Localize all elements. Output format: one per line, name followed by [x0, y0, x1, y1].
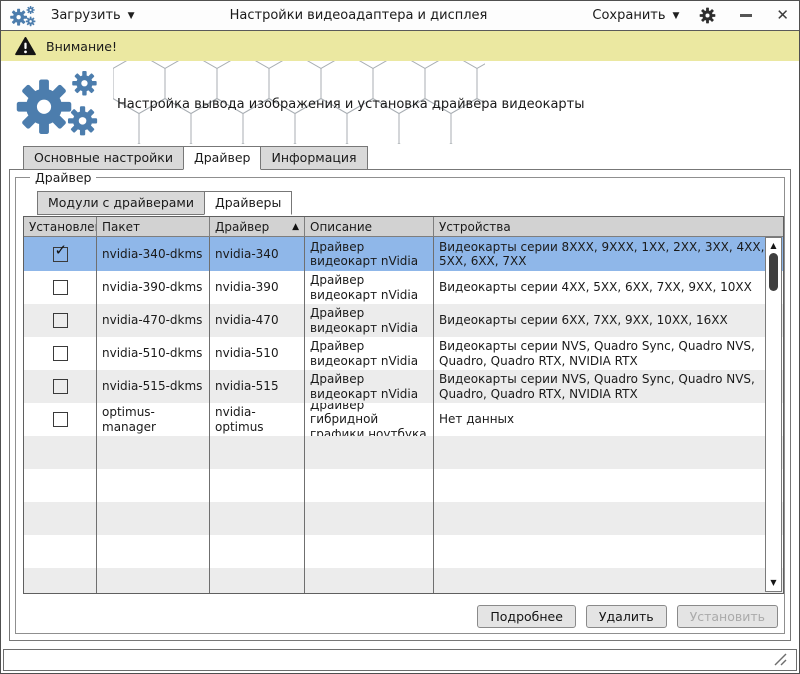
package-cell: nvidia-470-dkms: [97, 304, 210, 337]
installed-checkbox[interactable]: [53, 379, 68, 394]
action-buttons: Подробнее Удалить Установить: [477, 605, 778, 628]
col-header-description[interactable]: Описание: [305, 217, 434, 236]
page-title: Настройка вывода изображения и установка…: [117, 97, 585, 112]
table-row[interactable]: nvidia-390-dkms nvidia-390 Драйвер видео…: [24, 271, 783, 304]
warning-text: Внимание!: [46, 39, 117, 54]
load-menu-label: Загрузить: [51, 8, 121, 23]
window-title: Настройки видеоадаптера и дисплея: [135, 8, 593, 23]
page-header: Настройка вывода изображения и установка…: [1, 61, 799, 146]
close-icon[interactable]: ✕: [776, 8, 789, 23]
devices-cell: Видеокарты серии NVS, Quadro Sync, Quadr…: [434, 337, 783, 370]
driver-cell: nvidia-510: [210, 337, 305, 370]
save-menu-button[interactable]: Сохранить ▼: [592, 8, 679, 23]
driver-cell: nvidia-340: [210, 237, 305, 271]
warning-banner: Внимание!: [1, 31, 799, 61]
empty-row: [24, 535, 783, 568]
col-header-driver[interactable]: Драйвер ▲: [210, 217, 305, 236]
tab-driver[interactable]: Драйвер: [183, 146, 261, 170]
installed-checkbox[interactable]: [53, 313, 68, 328]
empty-row: [24, 502, 783, 535]
col-header-installed[interactable]: Установлен: [24, 217, 97, 236]
description-cell: Драйвер гибридной графики ноутбука: [305, 403, 434, 436]
table-body: ✓ nvidia-340-dkms nvidia-340 Драйвер вид…: [24, 237, 783, 594]
tab-drivers[interactable]: Драйверы: [204, 191, 292, 215]
scroll-up-icon[interactable]: ▲: [766, 241, 781, 251]
warning-triangle-icon: [15, 37, 36, 56]
tab-information[interactable]: Информация: [260, 146, 367, 170]
install-button[interactable]: Установить: [677, 605, 778, 628]
chevron-down-icon: ▼: [128, 11, 135, 21]
app-gears-icon: [9, 5, 39, 27]
table-row[interactable]: nvidia-470-dkms nvidia-470 Драйвер видео…: [24, 304, 783, 337]
groupbox-label: Драйвер: [30, 170, 96, 185]
vertical-scrollbar[interactable]: ▲ ▼: [765, 237, 782, 592]
scrollbar-thumb[interactable]: [769, 253, 778, 291]
devices-cell: Нет данных: [434, 403, 783, 436]
table-row[interactable]: optimus-manager nvidia-optimus Драйвер г…: [24, 403, 783, 436]
empty-row: [24, 469, 783, 502]
driver-cell: nvidia-390: [210, 271, 305, 304]
table-row[interactable]: nvidia-515-dkms nvidia-515 Драйвер видео…: [24, 370, 783, 403]
package-cell: optimus-manager: [97, 403, 210, 436]
description-cell: Драйвер видеокарт nVidia: [305, 237, 434, 271]
description-cell: Драйвер видеокарт nVidia: [305, 370, 434, 403]
devices-cell: Видеокарты серии 6XX, 7XX, 9XX, 10XX, 16…: [434, 304, 783, 337]
devices-cell: Видеокарты серии NVS, Quadro Sync, Quadr…: [434, 370, 783, 403]
remove-button[interactable]: Удалить: [586, 605, 667, 628]
empty-row: [24, 568, 783, 594]
driver-tab-panel: Драйвер Модули с драйверами Драйверы Уст…: [9, 169, 791, 641]
package-cell: nvidia-340-dkms: [97, 237, 210, 271]
main-tabs: Основные настройки Драйвер Информация: [23, 146, 799, 170]
col-header-devices[interactable]: Устройства: [434, 217, 783, 236]
status-bar: [3, 649, 797, 671]
driver-groupbox: Драйвер Модули с драйверами Драйверы Уст…: [15, 177, 785, 634]
tab-basic-settings[interactable]: Основные настройки: [23, 146, 184, 170]
package-cell: nvidia-510-dkms: [97, 337, 210, 370]
details-button[interactable]: Подробнее: [477, 605, 576, 628]
settings-gear-icon[interactable]: [699, 7, 716, 24]
col-header-package[interactable]: Пакет: [97, 217, 210, 236]
package-cell: nvidia-390-dkms: [97, 271, 210, 304]
scroll-down-icon[interactable]: ▼: [766, 578, 781, 588]
installed-checkbox[interactable]: [53, 412, 68, 427]
app-window: Загрузить ▼ Настройки видеоадаптера и ди…: [0, 0, 800, 674]
description-cell: Драйвер видеокарт nVidia: [305, 271, 434, 304]
driver-cell: nvidia-optimus: [210, 403, 305, 436]
table-row[interactable]: nvidia-510-dkms nvidia-510 Драйвер видео…: [24, 337, 783, 370]
devices-cell: Видеокарты серии 4XX, 5XX, 6XX, 7XX, 9XX…: [434, 271, 783, 304]
save-menu-label: Сохранить: [592, 8, 665, 23]
gears-logo-icon: [13, 69, 107, 137]
installed-checkbox[interactable]: ✓: [53, 247, 68, 262]
table-header: Установлен Пакет Драйвер ▲ Описание Устр…: [24, 217, 783, 237]
installed-checkbox[interactable]: [53, 346, 68, 361]
empty-row: [24, 436, 783, 469]
chevron-down-icon: ▼: [673, 11, 680, 21]
minimize-icon[interactable]: [740, 14, 752, 17]
load-menu-button[interactable]: Загрузить ▼: [51, 8, 135, 23]
resize-grip-icon[interactable]: [772, 651, 788, 667]
table-row[interactable]: ✓ nvidia-340-dkms nvidia-340 Драйвер вид…: [24, 237, 783, 271]
drivers-table: Установлен Пакет Драйвер ▲ Описание Устр…: [23, 216, 784, 594]
titlebar: Загрузить ▼ Настройки видеоадаптера и ди…: [1, 1, 799, 31]
driver-subtabs: Модули с драйверами Драйверы: [37, 191, 784, 215]
sort-asc-icon: ▲: [292, 222, 299, 232]
package-cell: nvidia-515-dkms: [97, 370, 210, 403]
devices-cell: Видеокарты серии 8XXX, 9XXX, 1XX, 2XX, 3…: [434, 237, 783, 271]
description-cell: Драйвер видеокарт nVidia: [305, 304, 434, 337]
installed-checkbox[interactable]: [53, 280, 68, 295]
driver-cell: nvidia-515: [210, 370, 305, 403]
description-cell: Драйвер видеокарт nVidia: [305, 337, 434, 370]
driver-cell: nvidia-470: [210, 304, 305, 337]
tab-driver-modules[interactable]: Модули с драйверами: [37, 191, 205, 215]
